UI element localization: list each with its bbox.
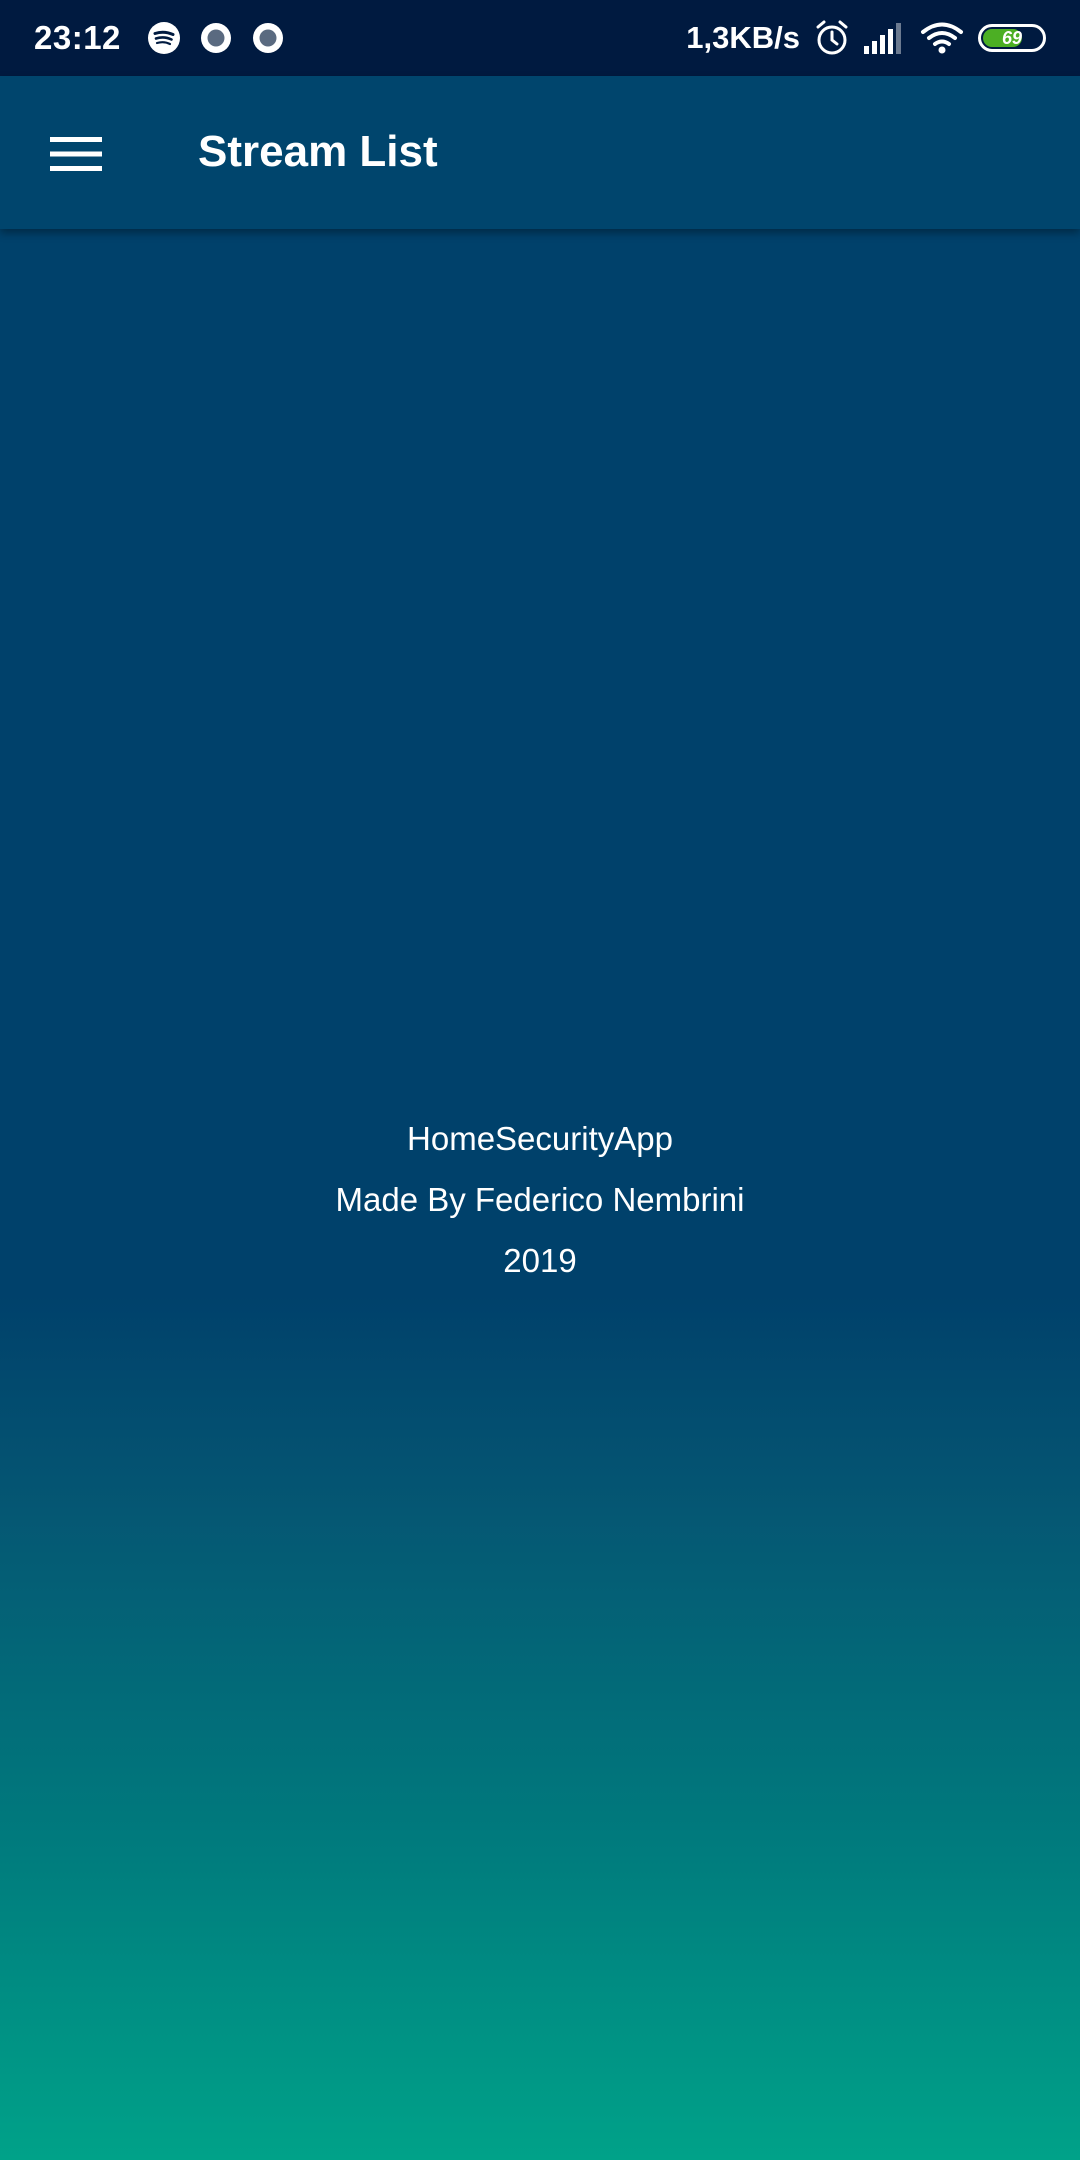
battery-indicator: 69 — [978, 24, 1046, 52]
status-bar: 23:12 1,3KB/s 69 — [0, 0, 1080, 76]
status-right: 1,3KB/s 69 — [686, 19, 1046, 57]
hamburger-menu-icon — [50, 137, 102, 171]
battery-level: 69 — [1001, 27, 1023, 48]
app-bar: Stream List — [0, 76, 1080, 229]
credits: HomeSecurityApp Made By Federico Nembrin… — [0, 1108, 1080, 1291]
year-text: 2019 — [503, 1242, 577, 1279]
record-icon — [252, 23, 283, 53]
wifi-icon — [921, 22, 963, 54]
page-title: Stream List — [198, 127, 438, 176]
network-speed: 1,3KB/s — [686, 20, 800, 55]
record-icon — [200, 23, 231, 53]
author-text: Made By Federico Nembrini — [335, 1181, 745, 1218]
menu-button[interactable] — [36, 114, 116, 194]
app-name-text: HomeSecurityApp — [407, 1120, 673, 1157]
alarm-icon — [816, 20, 848, 55]
signal-icon — [864, 23, 901, 54]
spotify-icon — [147, 22, 180, 54]
status-left: 23:12 — [34, 19, 285, 57]
status-time: 23:12 — [34, 19, 121, 56]
